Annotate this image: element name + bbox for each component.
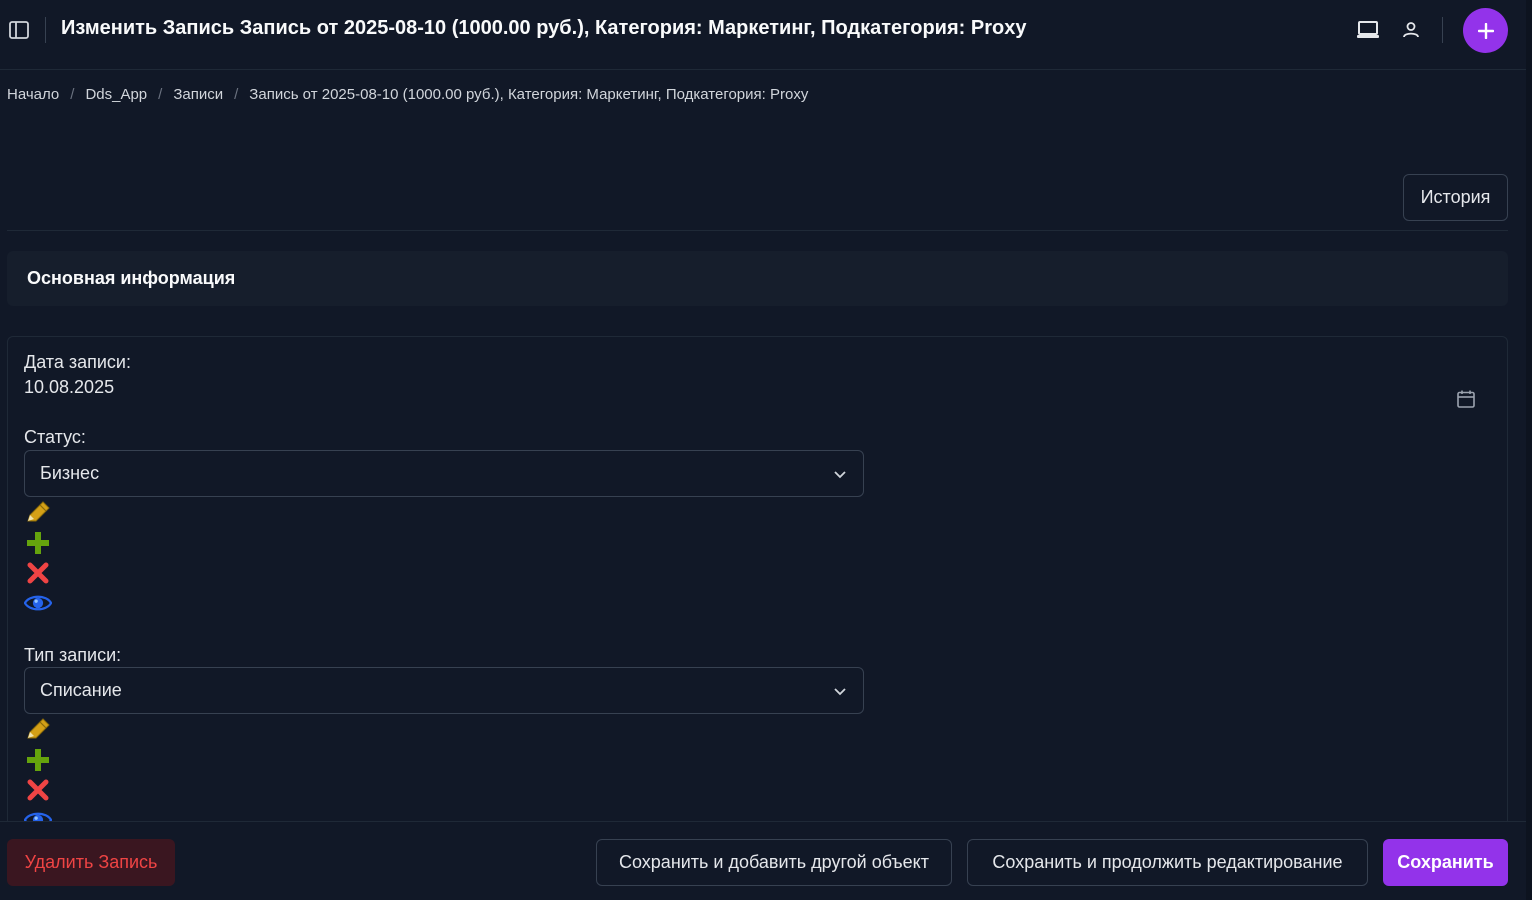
divider xyxy=(7,230,1508,231)
submit-row: Удалить Запись Сохранить и добавить друг… xyxy=(0,821,1532,900)
type-select[interactable]: Списание xyxy=(24,667,864,714)
breadcrumb-separator: / xyxy=(234,86,239,103)
type-label: Тип записи: xyxy=(24,645,122,665)
breadcrumb-home[interactable]: Начало xyxy=(7,86,59,103)
breadcrumb-separator: / xyxy=(70,86,75,103)
laptop-icon[interactable] xyxy=(1356,18,1380,42)
save-and-continue-button[interactable]: Сохранить и продолжить редактирование xyxy=(967,839,1368,886)
status-label: Статус: xyxy=(24,427,86,447)
add-button[interactable] xyxy=(1463,8,1508,53)
save-and-add-button[interactable]: Сохранить и добавить другой объект xyxy=(596,839,952,886)
top-header: Изменить Запись Запись от 2025-08-10 (10… xyxy=(0,0,1532,70)
plus-icon xyxy=(1477,22,1494,39)
fieldset-header: Основная информация xyxy=(7,251,1508,306)
chevron-down-icon xyxy=(834,688,846,696)
date-label: Дата записи: xyxy=(24,352,131,372)
breadcrumb-app[interactable]: Dds_App xyxy=(85,86,147,103)
view-related-icon[interactable] xyxy=(24,590,52,616)
breadcrumb: Начало / Dds_App / Записи / Запись от 20… xyxy=(7,86,808,103)
breadcrumb-model[interactable]: Записи xyxy=(173,86,223,103)
type-select-value: Списание xyxy=(40,680,122,700)
sidebar-toggle-icon[interactable] xyxy=(8,19,30,41)
header-divider xyxy=(1442,17,1443,43)
pencil-icon[interactable] xyxy=(24,717,52,743)
delete-related-icon[interactable] xyxy=(24,777,52,803)
section-title: Основная информация xyxy=(27,268,236,288)
scrollbar[interactable] xyxy=(1526,0,1532,900)
breadcrumb-separator: / xyxy=(158,86,163,103)
header-divider xyxy=(45,17,46,43)
add-related-icon[interactable] xyxy=(24,530,52,556)
page-title: Изменить Запись Запись от 2025-08-10 (10… xyxy=(61,17,1027,39)
form-panel: Дата записи: 10.08.2025 Статус: Бизнес Т… xyxy=(7,336,1508,876)
history-button[interactable]: История xyxy=(1403,174,1508,221)
user-icon[interactable] xyxy=(1399,18,1423,42)
delete-related-icon[interactable] xyxy=(24,560,52,586)
add-related-icon[interactable] xyxy=(24,747,52,773)
calendar-icon[interactable] xyxy=(1455,388,1477,410)
status-select[interactable]: Бизнес xyxy=(24,450,864,497)
pencil-icon[interactable] xyxy=(24,500,52,526)
chevron-down-icon xyxy=(834,471,846,479)
breadcrumb-current: Запись от 2025-08-10 (1000.00 руб.), Кат… xyxy=(249,86,809,103)
delete-button[interactable]: Удалить Запись xyxy=(7,839,175,886)
status-select-value: Бизнес xyxy=(40,463,100,483)
save-button[interactable]: Сохранить xyxy=(1383,839,1508,886)
date-input[interactable]: 10.08.2025 xyxy=(24,377,114,398)
